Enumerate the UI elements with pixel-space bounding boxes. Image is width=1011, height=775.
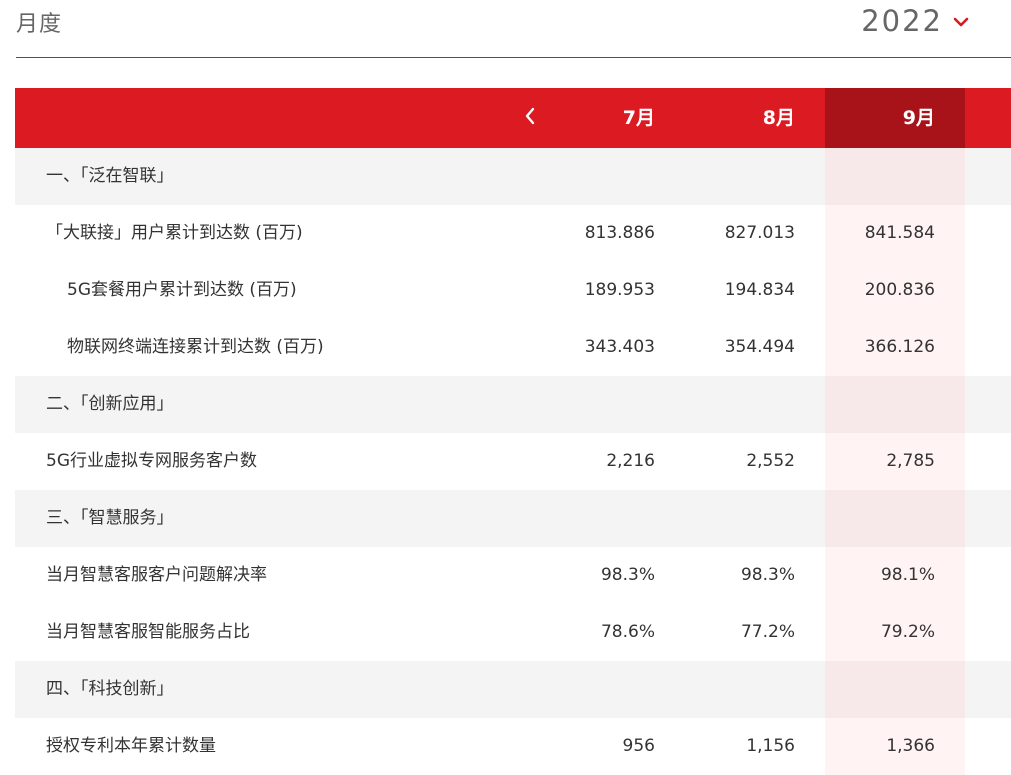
section-row: 二、「创新应用」: [15, 376, 1011, 433]
row-label: 当月智慧客服智能服务占比: [46, 622, 250, 642]
section-title: 三、「智慧服务」: [46, 508, 174, 528]
table-row: 5G行业虚拟专网服务客户数 2,216 2,552 2,785: [15, 433, 1011, 490]
header-divider: [16, 57, 1011, 58]
section-row: 三、「智慧服务」: [15, 490, 1011, 547]
table-row: 物联网终端连接累计到达数 (百万) 343.403 354.494 366.126: [15, 319, 1011, 376]
table-row: 当月智慧客服智能服务占比 78.6% 77.2% 79.2%: [15, 604, 1011, 661]
value-sep: 79.2%: [880, 622, 935, 642]
value-sep: 1,366: [886, 736, 935, 756]
chevron-down-icon[interactable]: [953, 13, 969, 32]
section-title: 二、「创新应用」: [46, 394, 174, 414]
value-aug: 77.2%: [740, 622, 795, 642]
value-aug: 1,156: [746, 736, 795, 756]
section-row: 一、「泛在智联」: [15, 148, 1011, 205]
column-header-sep[interactable]: 9月: [825, 88, 965, 148]
table-header: 7月 8月 9月: [15, 88, 1011, 148]
column-header-jul[interactable]: 7月: [575, 88, 655, 148]
value-jul: 343.403: [584, 337, 655, 357]
row-label: 5G行业虚拟专网服务客户数: [46, 451, 257, 471]
section-row: 四、「科技创新」: [15, 661, 1011, 718]
prev-month-button[interactable]: [505, 88, 555, 148]
selected-column-highlight: [825, 148, 965, 205]
monthly-data-table: 7月 8月 9月 一、「泛在智联」「大联接」用户累计到达数 (百万) 813.88…: [15, 88, 1011, 775]
value-jul: 813.886: [584, 223, 655, 243]
chevron-left-icon[interactable]: [523, 106, 537, 130]
row-label: 授权专利本年累计数量: [46, 736, 216, 756]
value-jul: 956: [622, 736, 655, 756]
value-aug: 354.494: [724, 337, 795, 357]
selected-column-highlight: [825, 376, 965, 433]
selected-column-highlight: [825, 490, 965, 547]
value-sep: 841.584: [864, 223, 935, 243]
value-sep: 98.1%: [880, 565, 935, 585]
period-label: 月度: [16, 12, 63, 37]
value-jul: 98.3%: [600, 565, 655, 585]
row-label: 当月智慧客服客户问题解决率: [46, 565, 267, 585]
value-jul: 189.953: [584, 280, 655, 300]
value-sep: 200.836: [864, 280, 935, 300]
table-row: 5G套餐用户累计到达数 (百万) 189.953 194.834 200.836: [15, 262, 1011, 319]
row-label: 物联网终端连接累计到达数 (百万): [67, 337, 324, 357]
value-aug: 827.013: [724, 223, 795, 243]
value-aug: 194.834: [724, 280, 795, 300]
year-selector[interactable]: 2022: [861, 4, 969, 38]
section-title: 一、「泛在智联」: [46, 166, 174, 186]
table-row: 「大联接」用户累计到达数 (百万) 813.886 827.013 841.584: [15, 205, 1011, 262]
top-bar: 月度 2022: [0, 0, 1011, 58]
row-label: 「大联接」用户累计到达数 (百万): [46, 223, 303, 243]
table-row: 授权专利本年累计数量 956 1,156 1,366: [15, 718, 1011, 775]
table-row: 当月智慧客服客户问题解决率 98.3% 98.3% 98.1%: [15, 547, 1011, 604]
value-sep: 2,785: [886, 451, 935, 471]
value-jul: 2,216: [606, 451, 655, 471]
value-aug: 98.3%: [740, 565, 795, 585]
table-body: 一、「泛在智联」「大联接」用户累计到达数 (百万) 813.886 827.013 8…: [15, 148, 1011, 775]
value-aug: 2,552: [746, 451, 795, 471]
row-label: 5G套餐用户累计到达数 (百万): [67, 280, 297, 300]
year-value: 2022: [861, 4, 943, 38]
value-sep: 366.126: [864, 337, 935, 357]
value-jul: 78.6%: [600, 622, 655, 642]
column-header-aug[interactable]: 8月: [715, 88, 795, 148]
section-title: 四、「科技创新」: [46, 679, 174, 699]
selected-column-highlight: [825, 661, 965, 718]
